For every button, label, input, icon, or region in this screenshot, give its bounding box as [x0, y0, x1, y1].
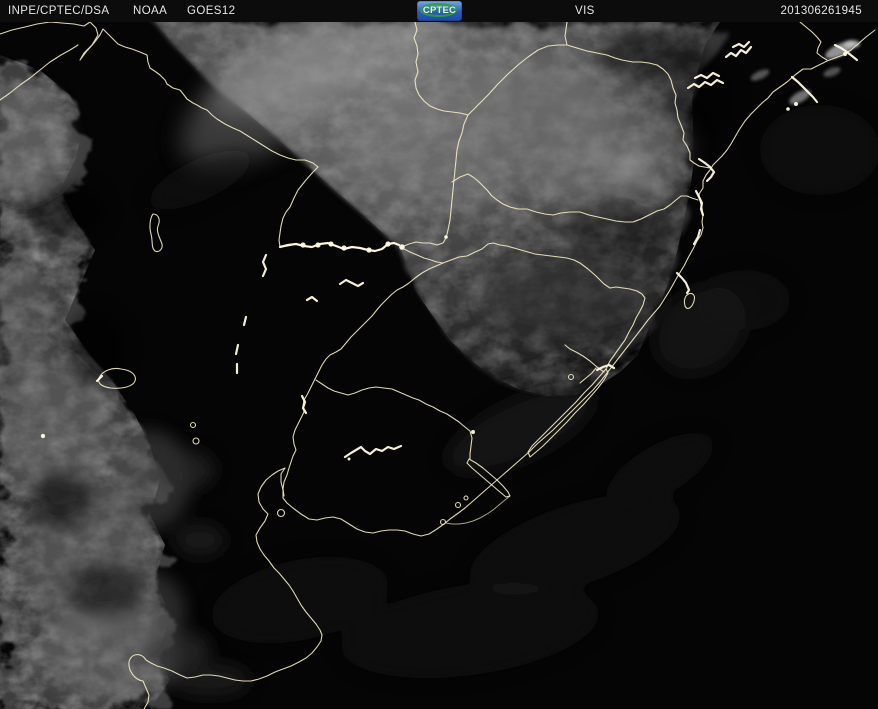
satellite-viewer-screen: INPE/CPTEC/DSA NOAA GOES12 CPTEC VIS 201… [0, 0, 878, 709]
cptec-logo: CPTEC [417, 1, 462, 21]
source-label: INPE/CPTEC/DSA [8, 5, 110, 17]
timestamp-label: 201306261945 [780, 5, 862, 17]
satellite-label: GOES12 [187, 5, 236, 17]
header-bar: INPE/CPTEC/DSA NOAA GOES12 CPTEC VIS 201… [0, 0, 878, 22]
agency-label: NOAA [133, 5, 168, 17]
satellite-map-image [0, 22, 878, 709]
channel-label: VIS [575, 5, 595, 17]
image-grain [0, 22, 878, 709]
cptec-logo-text: CPTEC [422, 5, 457, 16]
